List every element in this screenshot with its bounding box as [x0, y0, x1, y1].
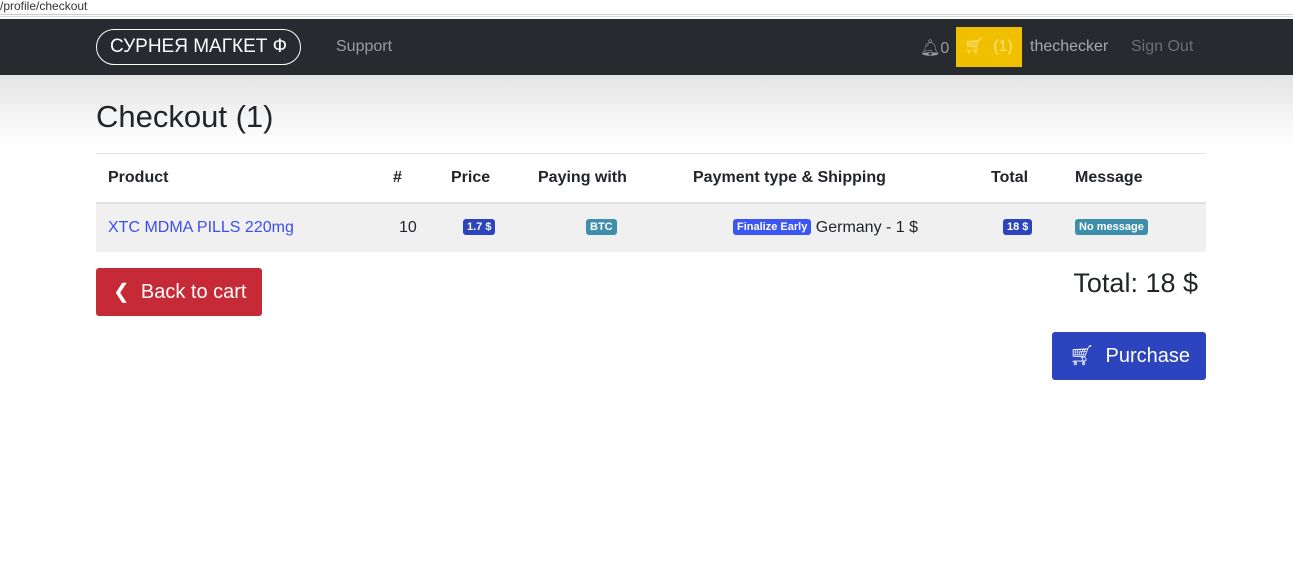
shipping-text: Germany - 1 $ [815, 218, 919, 236]
price-badge: 1.7 $ [463, 218, 496, 235]
col-price: Price [439, 153, 526, 204]
navbar: СУРНЕЯ МАГКЕТ Ф Support 🔔︎0 🛒︎ (1) thech… [0, 19, 1293, 75]
divider [0, 16, 1293, 17]
cart-icon: 🛒︎ [964, 38, 985, 55]
chevron-left-icon: ❮ [113, 281, 130, 303]
sign-out-link[interactable]: Sign Out [1131, 38, 1193, 56]
col-qty: # [381, 153, 439, 204]
order-total: Total: 18 $ [1073, 268, 1198, 298]
brand-logo[interactable]: СУРНЕЯ МАГКЕТ Ф [96, 29, 302, 65]
total-badge: 18 $ [1003, 218, 1033, 235]
col-payment-shipping: Payment type & Shipping [681, 153, 979, 204]
page-title: Checkout (1) [96, 99, 274, 134]
browser-url-bar[interactable]: /profile/checkout [0, 0, 1293, 15]
col-total: Total [979, 153, 1063, 204]
product-link[interactable]: XTC MDMA PILLS 220mg [108, 219, 294, 236]
checkout-table: Product # Price Paying with Payment type… [96, 153, 1206, 252]
quantity: 10 [381, 202, 439, 252]
col-product: Product [96, 153, 381, 204]
col-message: Message [1063, 153, 1206, 204]
purchase-button[interactable]: 🛒︎ Purchase [1052, 332, 1206, 380]
message-badge: No message [1075, 218, 1148, 235]
cart-icon: 🛒︎ [1069, 345, 1095, 367]
payment-type-badge: Finalize Early [733, 218, 812, 235]
col-paying-with: Paying with [526, 153, 681, 204]
currency-badge: BTC [586, 218, 617, 235]
cart-button[interactable]: 🛒︎ (1) [956, 27, 1022, 67]
username-link[interactable]: thechecker [1030, 38, 1108, 56]
bell-icon: 🔔︎ [920, 40, 941, 57]
table-row: XTC MDMA PILLS 220mg 10 1.7 $ BTC Finali… [96, 202, 1206, 252]
support-link[interactable]: Support [336, 38, 392, 56]
notifications-link[interactable]: 🔔︎0 [920, 38, 949, 58]
back-to-cart-button[interactable]: ❮ Back to cart [96, 268, 262, 316]
